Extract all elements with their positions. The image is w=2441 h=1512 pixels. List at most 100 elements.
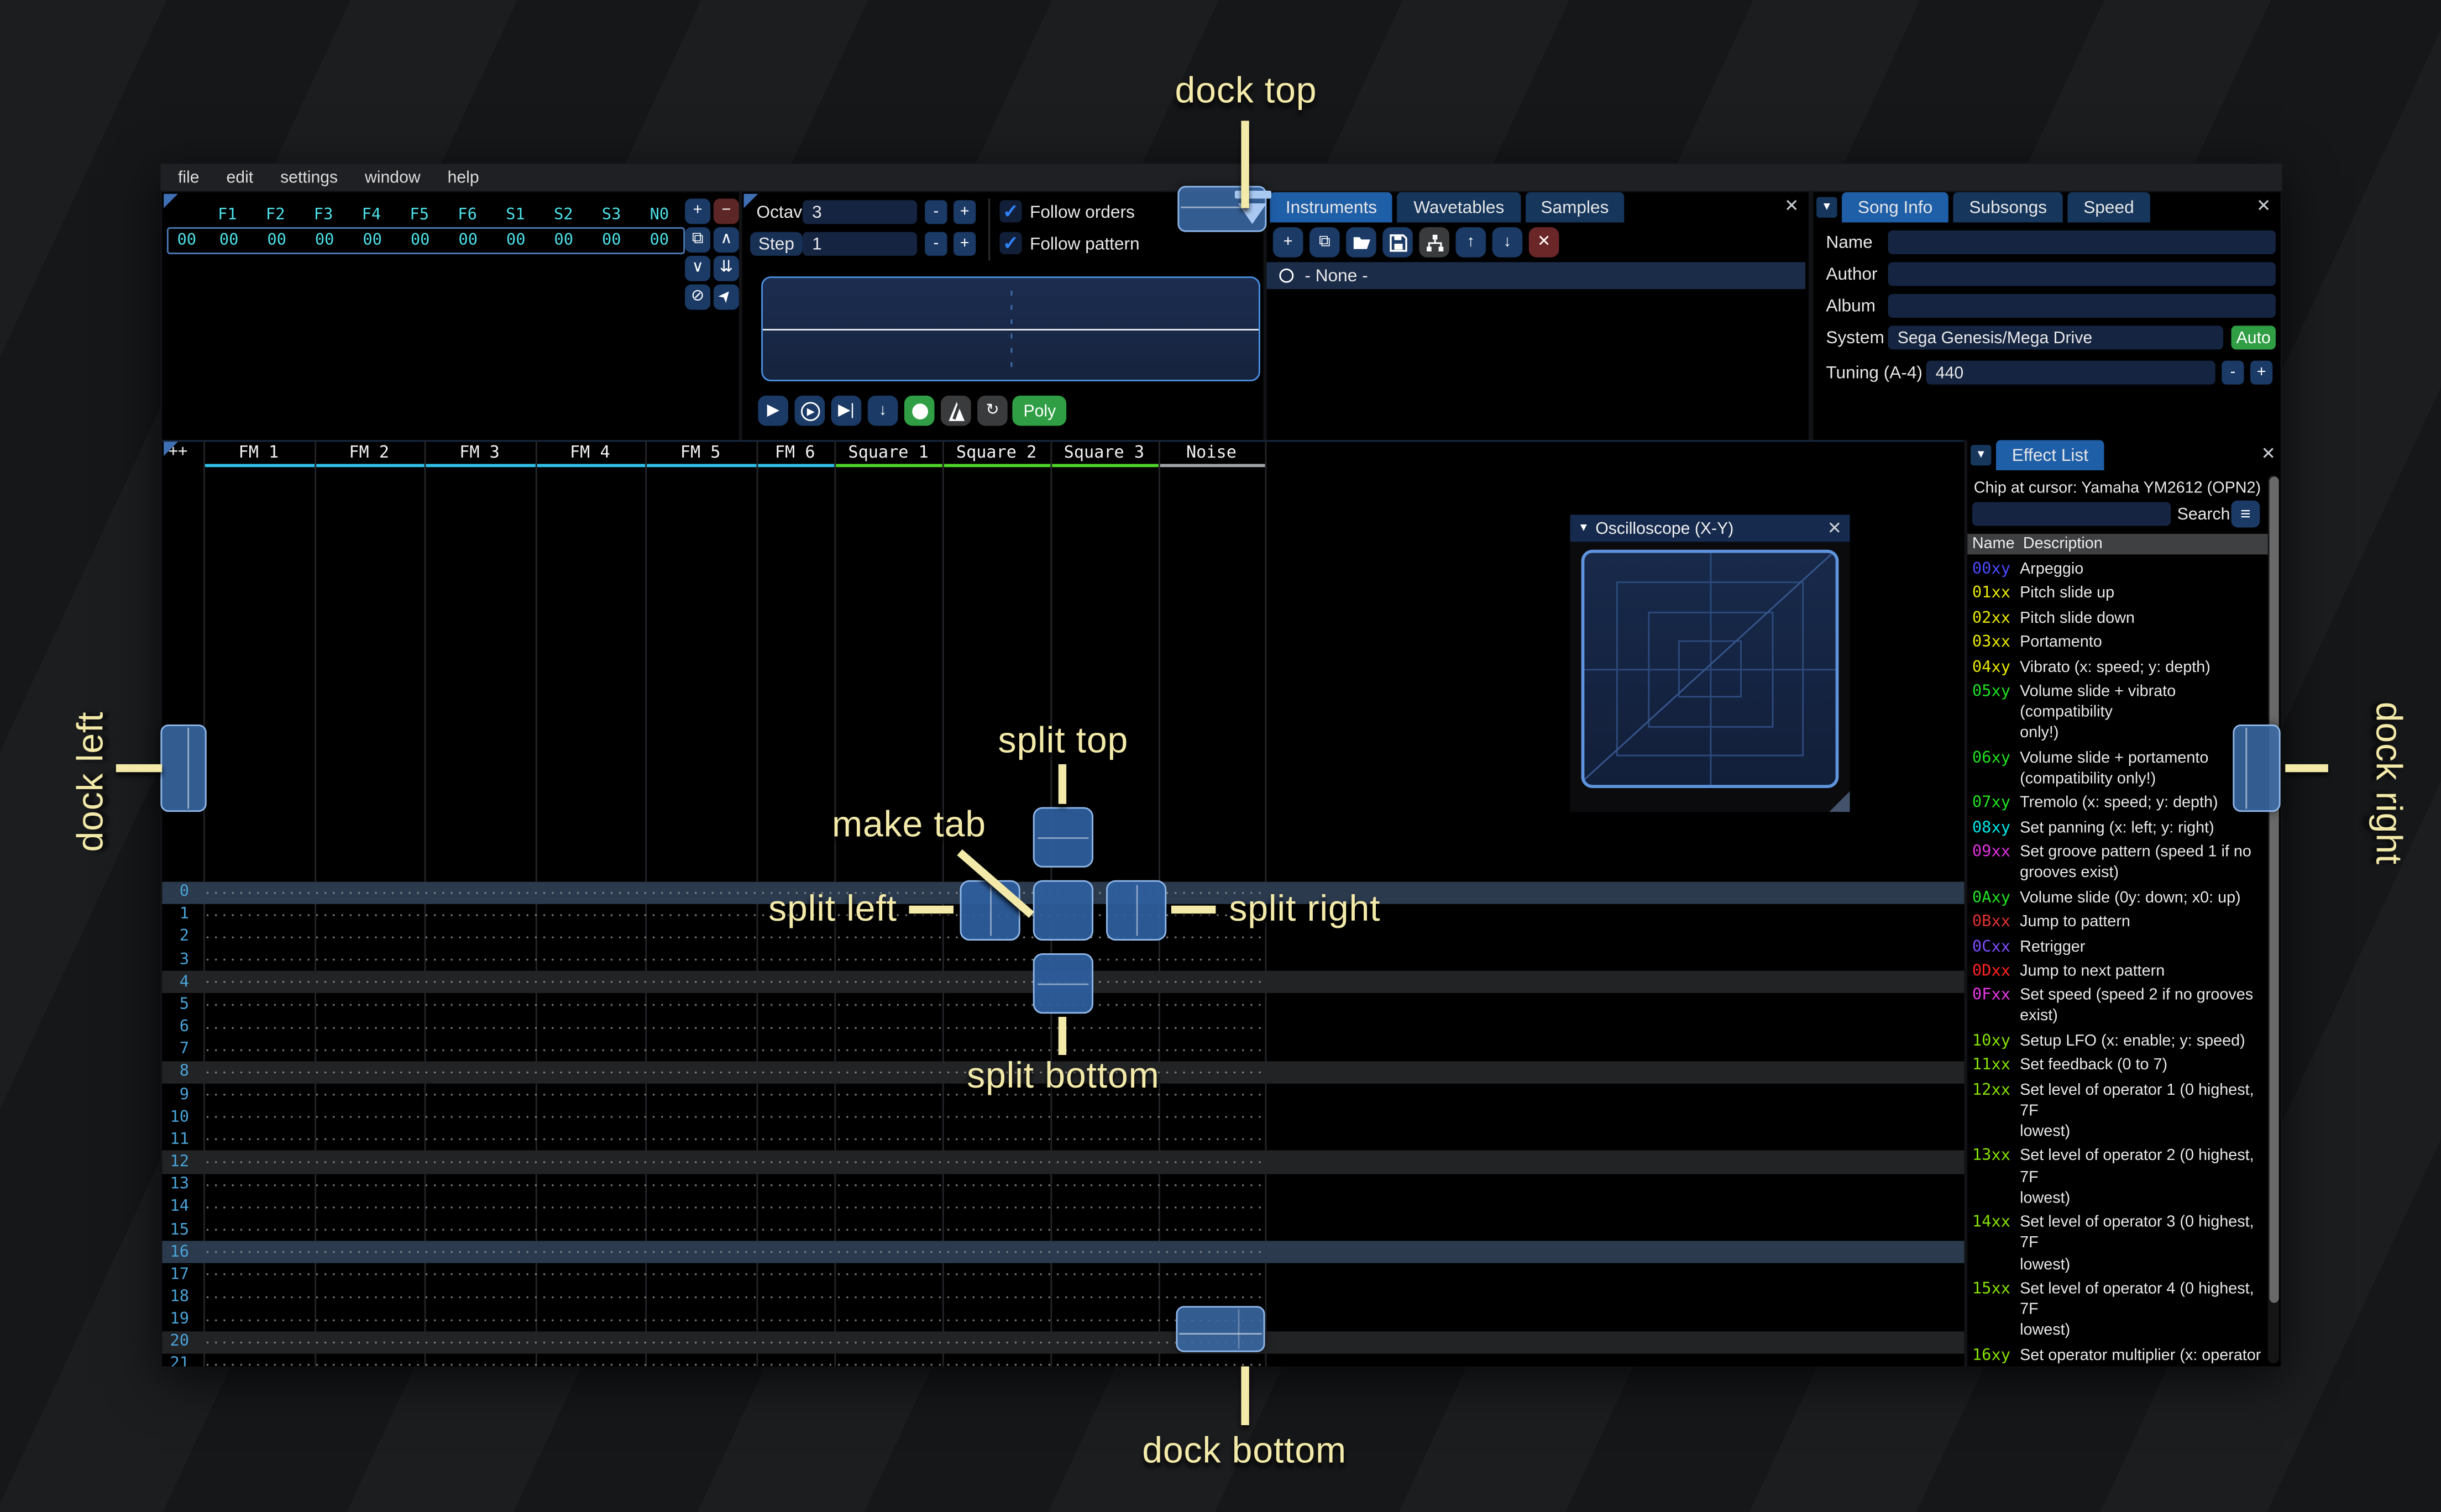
effect-row[interactable]: 0Bxx Jump to pattern (1967, 912, 2269, 933)
hamburger-menu-button[interactable]: ≡ (2231, 500, 2260, 528)
song-info-tab[interactable]: Speed (2067, 192, 2150, 223)
channel-header[interactable]: FM 2 (313, 440, 425, 468)
octave-plus-button[interactable]: + (954, 200, 976, 224)
channel-header[interactable]: FM 3 (424, 440, 535, 468)
add-order-button[interactable]: + (685, 198, 711, 224)
channel-header[interactable]: FM 6 (756, 440, 835, 468)
move-order-down-button[interactable]: ∨ (685, 255, 711, 281)
order-cell[interactable]: 00 (253, 232, 301, 250)
close-icon[interactable]: ✕ (1784, 196, 1799, 217)
menu-item[interactable]: help (448, 167, 479, 187)
author-field[interactable] (1888, 262, 2276, 286)
effect-row[interactable]: 16xy Set operator multiplier (x: operato… (1967, 1346, 2269, 1367)
effect-list-tab[interactable]: Effect List (1996, 440, 2104, 470)
channel-header[interactable]: Square 2 (942, 440, 1051, 468)
order-cell[interactable]: 00 (444, 232, 492, 250)
song-info-tab[interactable]: Subsongs (1953, 192, 2063, 223)
resize-grip[interactable] (1829, 791, 1850, 812)
pattern-row[interactable]: 21 (162, 1353, 1964, 1367)
collapse-corner-icon[interactable] (164, 193, 178, 208)
poly-button[interactable]: Poly (1012, 395, 1067, 426)
close-icon[interactable]: ✕ (1827, 518, 1842, 539)
move-order-up-button[interactable]: ∧ (713, 227, 739, 253)
follow-pattern-checkbox[interactable]: ✓ (999, 232, 1022, 254)
effect-row[interactable]: 09xx Set groove pattern (speed 1 if no g… (1967, 842, 2269, 884)
pattern-row[interactable]: 16 (162, 1241, 1965, 1264)
step-minus-button[interactable]: - (925, 232, 947, 256)
pattern-row[interactable]: 11 (162, 1128, 1964, 1151)
split-left-target[interactable] (960, 880, 1020, 941)
effect-row[interactable]: 03xx Portamento (1967, 633, 2269, 654)
order-cell[interactable]: 00 (205, 232, 253, 250)
oscilloscope-titlebar[interactable]: ▼ Oscilloscope (X-Y) ✕ (1570, 514, 1850, 542)
order-cell[interactable]: 00 (636, 232, 684, 250)
duplicate-order-button[interactable]: ⧉ (685, 227, 711, 253)
menu-item[interactable]: file (178, 167, 200, 187)
open-instrument-button[interactable] (1346, 227, 1376, 258)
scrollbar-thumb[interactable] (2269, 476, 2278, 1303)
menu-item[interactable]: window (365, 167, 421, 187)
pattern-row[interactable]: 14 (162, 1196, 1964, 1219)
order-row[interactable]: 00 00 00 00 00 00 00 00 00 00 00 (166, 227, 685, 254)
order-cell[interactable]: 00 (396, 232, 444, 250)
channel-header[interactable]: FM 4 (535, 440, 646, 468)
order-cell[interactable]: 00 (540, 232, 588, 250)
auto-system-button[interactable]: Auto (2231, 326, 2276, 350)
repeat-pattern-button[interactable]: ↻ (977, 395, 1008, 426)
deep-clone-order-button[interactable]: ⊘ (685, 284, 711, 310)
menu-item[interactable]: edit (227, 167, 254, 187)
close-icon[interactable]: ✕ (2256, 196, 2271, 217)
remove-order-button[interactable]: − (713, 198, 739, 224)
effect-row[interactable]: 11xx Set feedback (0 to 7) (1967, 1056, 2269, 1077)
effect-row[interactable]: 12xx Set level of operator 1 (0 highest,… (1967, 1080, 2269, 1143)
effect-row[interactable]: 0Fxx Set speed (speed 2 if no grooves ex… (1967, 985, 2269, 1027)
pattern-row[interactable]: 10 (162, 1106, 1964, 1129)
effect-row[interactable]: 10xy Setup LFO (x: enable; y: speed) (1967, 1031, 2269, 1052)
effect-table-header[interactable]: Name Description (1967, 534, 2270, 555)
close-icon[interactable]: ✕ (2261, 443, 2276, 464)
step-one-row-button[interactable]: ↓ (867, 395, 898, 426)
effect-row[interactable]: 15xx Set level of operator 4 (0 highest,… (1967, 1279, 2269, 1342)
effect-row[interactable]: 04xy Vibrato (x: speed; y: depth) (1967, 657, 2269, 678)
channel-header[interactable]: Square 3 (1050, 440, 1158, 468)
pattern-row[interactable]: 18 (162, 1286, 1964, 1309)
effect-row[interactable]: 01xx Pitch slide up (1967, 584, 2269, 605)
order-cell[interactable]: 00 (348, 232, 396, 250)
pattern-row[interactable]: 15 (162, 1218, 1964, 1241)
system-field[interactable]: Sega Genesis/Mega Drive (1888, 326, 2224, 350)
split-top-target[interactable] (1033, 807, 1093, 868)
song-info-tab[interactable]: Song Info (1842, 192, 1949, 223)
split-right-target[interactable] (1106, 880, 1167, 941)
tuning-field[interactable]: 440 (1926, 360, 2215, 385)
instruments-tab[interactable]: Wavetables (1397, 192, 1521, 223)
instruments-tab[interactable]: Samples (1525, 192, 1625, 223)
pattern-row[interactable]: 13 (162, 1173, 1964, 1196)
album-field[interactable] (1888, 293, 2276, 318)
metronome-button[interactable] (941, 395, 971, 426)
instrument-list-item[interactable]: - None - (1266, 262, 1805, 290)
collapse-icon[interactable]: ▼ (1578, 523, 1589, 534)
play-from-cursor-button[interactable]: ▶| (831, 395, 862, 426)
effect-row[interactable]: 00xy Arpeggio (1967, 559, 2269, 580)
dock-left-target[interactable] (160, 725, 207, 812)
channel-header[interactable]: Square 1 (834, 440, 942, 468)
tuning-plus-button[interactable]: + (2250, 360, 2273, 385)
make-tab-target[interactable] (1033, 880, 1093, 941)
delete-instrument-button[interactable]: ✕ (1528, 227, 1559, 258)
order-change-mode-button[interactable]: ➤ (713, 284, 739, 310)
effect-row[interactable]: 02xx Pitch slide down (1967, 608, 2269, 629)
octave-input[interactable]: 3 (802, 200, 917, 224)
pattern-row[interactable]: 19 (162, 1308, 1964, 1331)
pattern-corner-button[interactable]: ++ (169, 443, 188, 461)
channel-header[interactable]: FM 5 (645, 440, 756, 468)
order-cell[interactable]: 00 (588, 232, 636, 250)
collapse-icon[interactable]: ▼ (1971, 445, 1992, 466)
effect-row[interactable]: 14xx Set level of operator 3 (0 highest,… (1967, 1212, 2269, 1275)
effect-row[interactable]: 0Axy Volume slide (0y: down; x0: up) (1967, 888, 2269, 909)
move-instrument-down-button[interactable]: ↓ (1492, 227, 1523, 258)
step-input[interactable]: 1 (802, 232, 917, 256)
save-instrument-button[interactable] (1382, 227, 1413, 258)
instrument-type-button[interactable] (1419, 227, 1449, 258)
channel-header[interactable]: FM 1 (203, 440, 314, 468)
name-field[interactable] (1888, 230, 2276, 254)
